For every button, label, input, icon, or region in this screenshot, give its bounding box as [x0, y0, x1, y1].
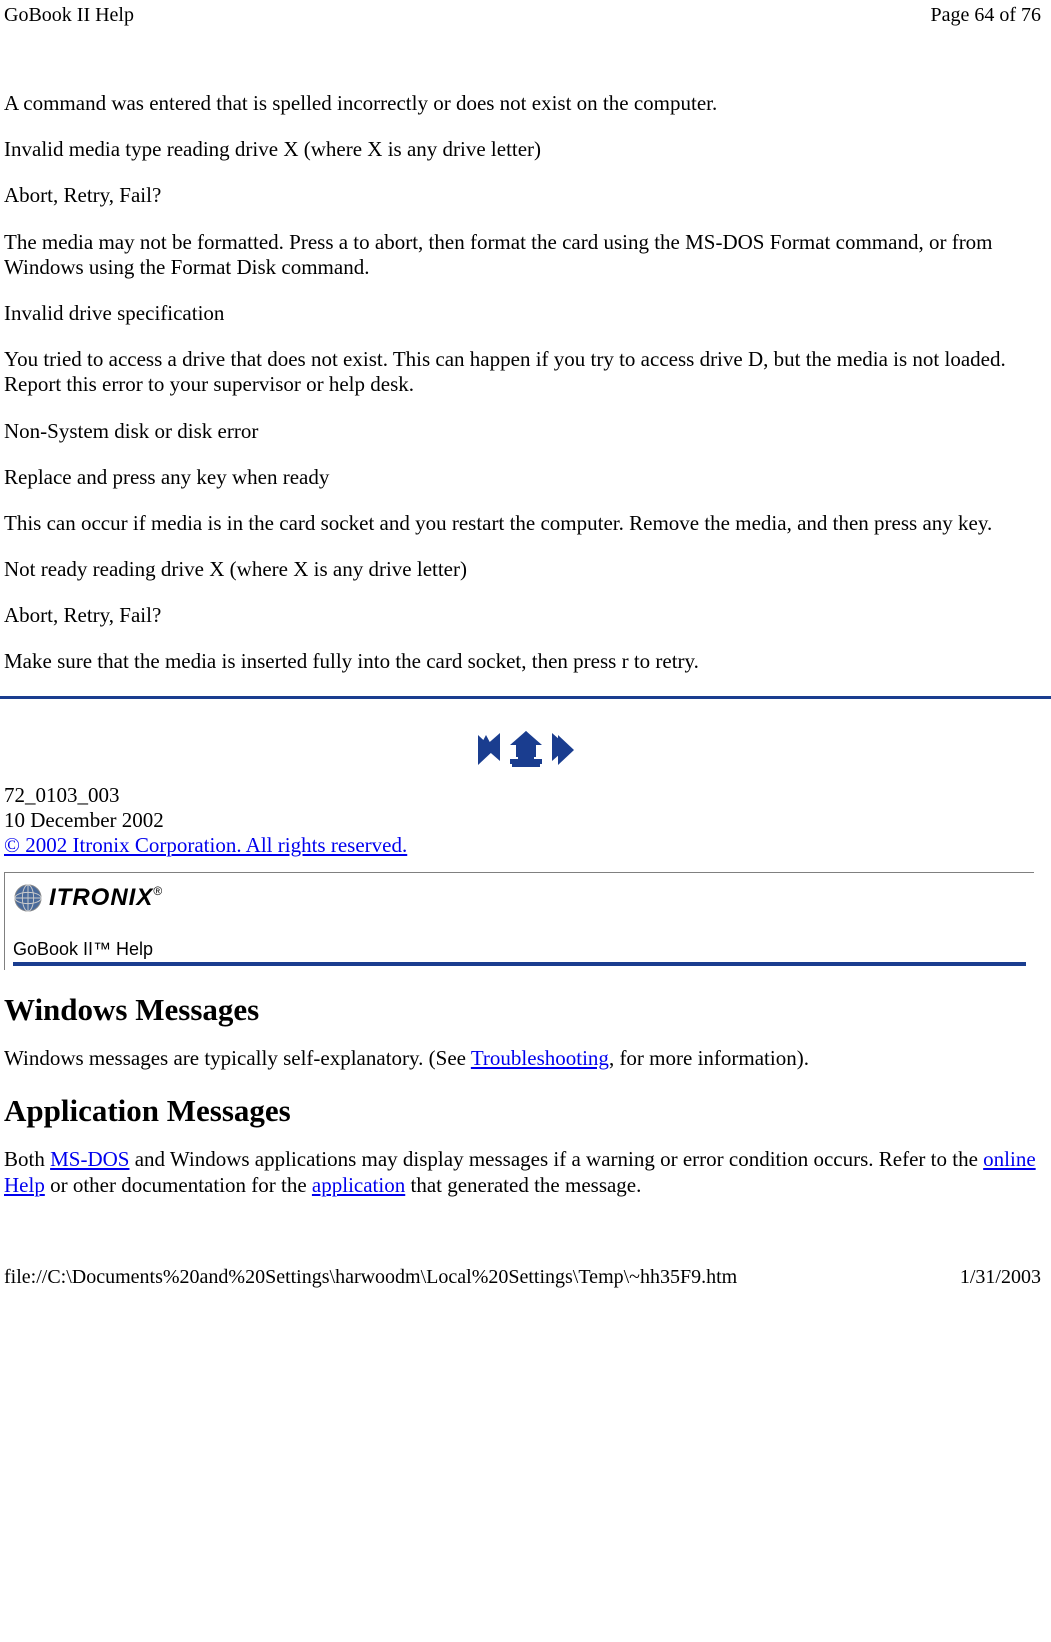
divider — [0, 696, 1051, 699]
heading-application-messages: Application Messages — [4, 1093, 1047, 1129]
paragraph: You tried to access a drive that does no… — [4, 347, 1047, 397]
paragraph: Abort, Retry, Fail? — [4, 183, 1047, 208]
paragraph: Abort, Retry, Fail? — [4, 603, 1047, 628]
paragraph: Invalid drive specification — [4, 301, 1047, 326]
globe-icon — [13, 883, 43, 913]
nav-icons — [0, 729, 1051, 765]
document-meta: 72_0103_003 10 December 2002 © 2002 Itro… — [4, 783, 1047, 859]
nav-next-button[interactable] — [550, 729, 570, 765]
windows-messages-para: Windows messages are typically self-expl… — [4, 1046, 1047, 1071]
text: Both — [4, 1147, 50, 1171]
page-footer: file://C:\Documents%20and%20Settings\har… — [0, 1216, 1051, 1293]
text: that generated the message. — [405, 1173, 641, 1197]
footer-date: 1/31/2003 — [960, 1266, 1041, 1289]
nav-home-button[interactable] — [508, 729, 544, 765]
main-content: A command was entered that is spelled in… — [0, 91, 1051, 675]
header-page-info: Page 64 of 76 — [930, 4, 1041, 27]
doc-id: 72_0103_003 — [4, 783, 1047, 808]
paragraph: A command was entered that is spelled in… — [4, 91, 1047, 116]
msdos-link[interactable]: MS-DOS — [50, 1147, 129, 1171]
nav-prev-button[interactable] — [482, 729, 502, 765]
paragraph: Invalid media type reading drive X (wher… — [4, 137, 1047, 162]
brand-name: ITRONIX® — [49, 884, 163, 912]
brand-box: ITRONIX® GoBook II™ Help — [4, 872, 1034, 970]
heading-windows-messages: Windows Messages — [4, 992, 1047, 1028]
doc-date: 10 December 2002 — [4, 808, 1047, 833]
text: Windows messages are typically self-expl… — [4, 1046, 471, 1070]
paragraph: This can occur if media is in the card s… — [4, 511, 1047, 536]
paragraph: Non-System disk or disk error — [4, 419, 1047, 444]
page-header: GoBook II Help Page 64 of 76 — [0, 0, 1051, 31]
text: , for more information). — [609, 1046, 809, 1070]
logo-row: ITRONIX® — [13, 883, 1026, 913]
paragraph: The media may not be formatted. Press a … — [4, 230, 1047, 280]
header-title: GoBook II Help — [4, 4, 134, 27]
footer-path: file://C:\Documents%20and%20Settings\har… — [4, 1266, 737, 1289]
application-link[interactable]: application — [312, 1173, 405, 1197]
paragraph: Not ready reading drive X (where X is an… — [4, 557, 1047, 582]
text: or other documentation for the — [45, 1173, 312, 1197]
application-messages-para: Both MS-DOS and Windows applications may… — [4, 1147, 1047, 1197]
troubleshooting-link[interactable]: Troubleshooting — [471, 1046, 609, 1070]
paragraph: Make sure that the media is inserted ful… — [4, 649, 1047, 674]
copyright-link[interactable]: © 2002 Itronix Corporation. All rights r… — [4, 833, 407, 857]
product-name: GoBook II™ Help — [13, 939, 1026, 966]
text: and Windows applications may display mes… — [129, 1147, 983, 1171]
paragraph: Replace and press any key when ready — [4, 465, 1047, 490]
